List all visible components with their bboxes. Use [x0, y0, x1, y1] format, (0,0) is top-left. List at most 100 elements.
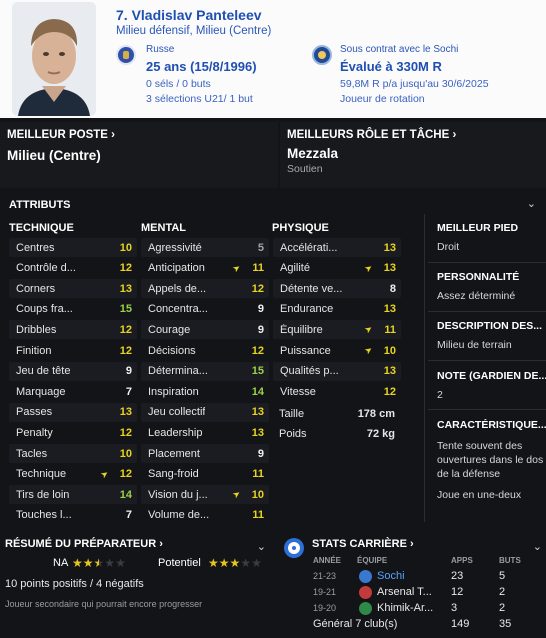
chevron-down-icon[interactable]: ⌄ — [527, 197, 536, 210]
club-crest-icon — [359, 602, 372, 615]
attribute-row[interactable]: Vitesse 12 — [273, 382, 401, 401]
attribute-row[interactable]: Placement 9 — [141, 444, 269, 463]
attribute-name: Agilité — [280, 262, 310, 275]
attribute-row[interactable]: Appels de... 12 — [141, 279, 269, 299]
attribute-row[interactable]: Corners 13 — [9, 279, 137, 299]
attribute-row[interactable]: Volume de... 11 — [141, 506, 269, 525]
attribute-row[interactable]: Centres 10 — [9, 238, 137, 257]
attribute-row[interactable]: Anticipation 11 ➤ — [141, 259, 269, 278]
attribute-name: Corners — [16, 282, 56, 295]
attribute-row[interactable]: Finition 12 — [9, 341, 137, 360]
progress-arrow-icon: ➤ — [362, 343, 375, 357]
career-team[interactable]: Khimik-Ar... — [377, 602, 433, 614]
attribute-row[interactable]: Marquage 7 — [9, 382, 137, 401]
best-role-panel[interactable]: MEILLEURS RÔLE ET TÂCHE › Mezzala Soutie… — [280, 122, 546, 188]
attribute-row[interactable]: Agilité 13 ➤ — [273, 259, 401, 278]
attribute-value: 12 — [251, 282, 264, 295]
attribute-row[interactable]: Leadership 13 — [141, 423, 269, 442]
best-position-title[interactable]: MEILLEUR POSTE — [7, 129, 108, 141]
potential-stars: ★★★★★ — [208, 556, 262, 570]
attribute-row[interactable]: Penalty 12 — [9, 423, 137, 442]
attribute-row[interactable]: Agressivité 5 — [141, 238, 269, 257]
attribute-row[interactable]: Décisions 12 — [141, 341, 269, 360]
attribute-name: Touches l... — [16, 509, 72, 522]
attribute-row[interactable]: Courage 9 — [141, 320, 269, 340]
attribute-row[interactable]: Touches l... 7 — [9, 506, 137, 525]
attribute-row[interactable]: Vision du j... 10 ➤ — [141, 485, 269, 505]
club-crest-icon[interactable] — [312, 45, 332, 65]
attribute-row[interactable]: Inspiration 14 — [141, 382, 269, 401]
star-icon: ★ — [229, 556, 241, 570]
attribute-value: 9 — [257, 303, 264, 316]
player-position: Milieu défensif, Milieu (Centre) — [116, 25, 272, 37]
attribute-row[interactable]: Sang-froid 11 — [141, 465, 269, 484]
chevron-down-icon[interactable]: ⌄ — [533, 540, 542, 553]
contract-status[interactable]: Sous contrat avec le Sochi — [340, 44, 458, 55]
height-value: 178 cm — [357, 408, 395, 420]
career-goals: 2 — [499, 586, 506, 598]
description-value: Milieu de terrain — [437, 339, 512, 351]
attribute-row[interactable]: Équilibre 11 ➤ — [273, 320, 401, 340]
attribute-value: 11 — [252, 468, 264, 481]
attribute-value: 14 — [119, 488, 132, 501]
attribute-value: 13 — [383, 241, 396, 254]
attribute-row[interactable]: Coups fra... 15 — [9, 300, 137, 319]
player-value: Évalué à 330M R — [340, 59, 442, 74]
attribute-value: 11 — [384, 323, 396, 336]
career-team[interactable]: Arsenal T... — [377, 586, 432, 598]
physique-title: PHYSIQUE — [272, 222, 329, 234]
attribute-row[interactable]: Tacles 10 — [9, 444, 137, 463]
chevron-down-icon[interactable]: ⌄ — [257, 540, 266, 553]
career-team[interactable]: Sochi — [377, 570, 405, 582]
coach-report-panel[interactable]: RÉSUMÉ DU PRÉPARATEUR › ⌄ NA ★★★★★ Poten… — [0, 532, 278, 638]
attribute-row[interactable]: Puissance 10 ➤ — [273, 341, 401, 360]
best-position-panel[interactable]: MEILLEUR POSTE › Milieu (Centre) — [0, 122, 278, 188]
star-icon: ★ — [115, 556, 126, 570]
progress-arrow-icon: ➤ — [98, 467, 111, 480]
attribute-value: 12 — [119, 468, 132, 481]
attribute-row[interactable]: Détente ve... 8 — [273, 279, 401, 299]
attribute-row[interactable]: Passes 13 — [9, 402, 137, 422]
career-apps: 12 — [451, 586, 464, 598]
weight-row: Poids 72 kg — [279, 428, 395, 440]
attribute-row[interactable]: Contrôle d... 12 — [9, 259, 137, 278]
star-icon: ★ — [82, 556, 94, 570]
potential-label: Potentiel — [158, 557, 201, 569]
attribute-row[interactable]: Accélérati... 13 — [273, 238, 401, 257]
attribute-name: Passes — [16, 406, 53, 419]
attribute-row[interactable]: Jeu de tête 9 — [9, 361, 137, 381]
attribute-row[interactable]: Technique 12 ➤ — [9, 465, 137, 484]
career-stats-panel[interactable]: STATS CARRIÈRE › ⌄ ANNÉE ÉQUIPE APPS BUT… — [280, 532, 546, 638]
best-role-title[interactable]: MEILLEURS RÔLE ET TÂCHE — [287, 129, 449, 141]
attribute-name: Détermina... — [148, 365, 208, 378]
career-apps: 23 — [451, 570, 464, 582]
attribute-row[interactable]: Dribbles 12 — [9, 320, 137, 340]
description-title: DESCRIPTION DES... — [437, 320, 543, 332]
career-year: 19-20 — [313, 603, 337, 613]
attribute-row[interactable]: Endurance 13 — [273, 300, 401, 319]
attribute-row[interactable]: Jeu collectif 13 — [141, 402, 269, 422]
nationality[interactable]: Russe — [146, 44, 174, 55]
russia-flag-icon[interactable] — [116, 45, 136, 65]
progress-arrow-icon: ➤ — [362, 261, 375, 274]
career-stats-title[interactable]: STATS CARRIÈRE — [312, 538, 407, 550]
attribute-name: Technique — [16, 468, 67, 481]
attribute-name: Tacles — [16, 447, 48, 460]
attribute-row[interactable]: Concentra... 9 — [141, 300, 269, 319]
current-ability-label: NA — [53, 557, 69, 569]
attribute-row[interactable]: Qualités p... 13 — [273, 361, 401, 381]
career-goals: 2 — [499, 602, 506, 614]
weight-label: Poids — [279, 428, 307, 440]
attribute-row[interactable]: Détermina... 15 — [141, 361, 269, 381]
attribute-row[interactable]: Tirs de loin 14 — [9, 485, 137, 505]
coach-summary: 10 points positifs / 4 négatifs — [5, 578, 144, 590]
attribute-value: 12 — [119, 262, 132, 275]
star-icon: ★ — [208, 556, 219, 570]
coach-report-title[interactable]: RÉSUMÉ DU PRÉPARATEUR — [5, 538, 156, 550]
attribute-value: 11 — [252, 509, 264, 522]
attribute-name: Dribbles — [16, 323, 57, 336]
height-row: Taille 178 cm — [279, 408, 395, 420]
attribute-name: Anticipation — [148, 262, 205, 275]
star-icon: ★ — [240, 556, 252, 570]
attribute-name: Accélérati... — [280, 241, 338, 254]
